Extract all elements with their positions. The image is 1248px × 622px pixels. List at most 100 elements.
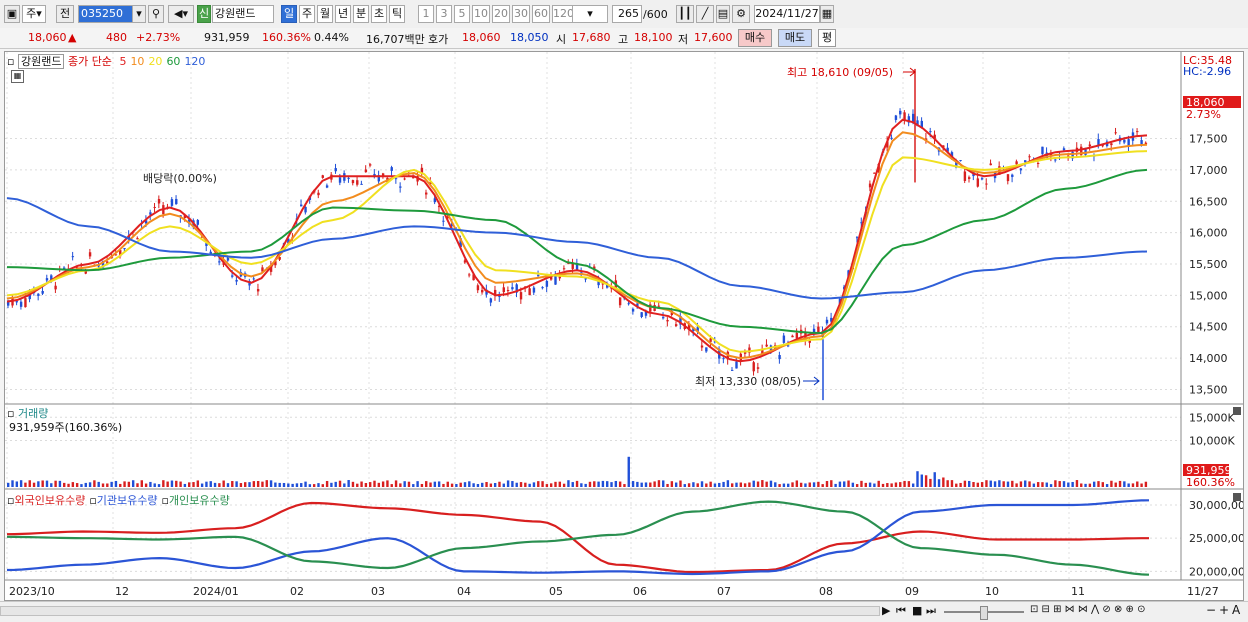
bar-count-input[interactable]: 265 xyxy=(612,5,642,23)
candle-body xyxy=(351,180,355,184)
volume-bar xyxy=(1041,482,1044,487)
volume-bar xyxy=(162,480,165,487)
buy-button[interactable]: 매수 xyxy=(738,29,772,47)
stock-name[interactable]: 강원랜드 xyxy=(212,5,274,23)
draw-icon[interactable]: ╱ xyxy=(696,5,714,23)
volume-bar xyxy=(515,482,518,487)
date-input[interactable]: 2024/11/27 xyxy=(754,5,820,23)
tab-5[interactable]: 초 xyxy=(371,5,387,23)
volume-bar xyxy=(1062,481,1066,487)
price-legend: ▫ 강원랜드 종가 단순 5 10 20 60 120 xyxy=(7,53,205,69)
candle-body xyxy=(657,305,661,307)
candle-body xyxy=(545,280,549,287)
count-3[interactable]: 3 xyxy=(436,5,452,23)
volume-bar xyxy=(1067,482,1070,487)
volume-bar xyxy=(67,483,70,487)
volume-bar xyxy=(584,483,587,487)
gear-icon[interactable]: ⚙ xyxy=(732,5,750,23)
search-icon[interactable]: ⚲ xyxy=(148,5,164,23)
stock-code-input[interactable]: 035250 xyxy=(78,5,136,23)
font-size-icon[interactable]: A xyxy=(1232,603,1240,617)
candle-body xyxy=(175,198,178,205)
volume-bar xyxy=(761,480,764,487)
x-tick-label: 12 xyxy=(115,585,129,598)
tab-2[interactable]: 월 xyxy=(317,5,333,23)
prev-button[interactable]: 전 xyxy=(56,5,74,23)
volume-bar xyxy=(334,481,337,487)
zoom-out-icon[interactable]: − xyxy=(1206,603,1216,617)
volume-bar xyxy=(114,480,118,487)
volume-bar xyxy=(838,481,842,487)
x-tick-label: 2024/01 xyxy=(193,585,239,598)
chevron-down-icon[interactable]: ▾ xyxy=(132,5,146,23)
calendar-icon[interactable]: ▦ xyxy=(820,5,834,23)
chart-area[interactable]: 15,000K10,000K 30,000,00025,000,00020,00… xyxy=(4,51,1244,601)
tab-3[interactable]: 년 xyxy=(335,5,351,23)
volume-bar xyxy=(489,483,493,487)
play-icon[interactable]: ▶ xyxy=(882,604,890,617)
chart-svg[interactable]: 15,000K10,000K 30,000,00025,000,00020,00… xyxy=(5,52,1243,600)
close-icon[interactable] xyxy=(1233,407,1241,415)
count-120[interactable]: 120 xyxy=(552,5,574,23)
rewind-icon[interactable]: ⏮ xyxy=(896,604,906,618)
volume-bar xyxy=(123,481,126,487)
low-annotation: 최저 13,330 (08/05) xyxy=(695,375,801,388)
close-icon[interactable] xyxy=(1233,493,1241,501)
volume-bar xyxy=(1015,483,1018,487)
volume-bar xyxy=(545,484,549,487)
window-icon[interactable]: ▣ xyxy=(4,5,20,23)
volume-bar xyxy=(769,480,773,487)
volume-bar xyxy=(1045,482,1048,487)
sound-icon[interactable]: ◀▾ xyxy=(168,5,194,23)
volume-bar xyxy=(907,481,911,487)
volume-bar xyxy=(511,481,514,487)
candle-body xyxy=(1054,159,1057,161)
bid-price: 18,050 xyxy=(510,31,549,44)
volume-bar xyxy=(144,483,148,487)
y-tick-label: 16,000 xyxy=(1189,227,1228,240)
table-icon[interactable]: ▦ xyxy=(11,70,24,83)
high-label: 고 xyxy=(618,33,629,46)
count-60[interactable]: 60 xyxy=(532,5,550,23)
volume-bar xyxy=(179,481,182,487)
candle-body xyxy=(481,289,484,293)
sell-button[interactable]: 매도 xyxy=(778,29,812,47)
volume-bar xyxy=(993,481,997,487)
volume-bar xyxy=(265,480,268,487)
volume-bar xyxy=(291,483,294,487)
candle-body xyxy=(84,271,87,274)
count-20[interactable]: 20 xyxy=(492,5,510,23)
count-10[interactable]: 10 xyxy=(472,5,490,23)
volume-bar xyxy=(166,481,169,487)
zoom-in-icon[interactable]: + xyxy=(1219,603,1229,617)
volume-bar xyxy=(97,481,100,487)
volume-bar xyxy=(588,481,592,487)
tab-6[interactable]: 틱 xyxy=(389,5,405,23)
volume-bar xyxy=(787,483,790,487)
volume-bar xyxy=(791,482,794,487)
extra-select[interactable]: ▾ xyxy=(572,5,608,23)
zoom-slider-handle[interactable] xyxy=(980,606,988,620)
volume-bar xyxy=(877,480,880,487)
tab-4[interactable]: 분 xyxy=(353,5,369,23)
forward-icon[interactable]: ⏭ xyxy=(926,604,936,618)
volume-bar xyxy=(485,482,488,487)
chart-tools-icon[interactable]: ⊡ ⊟ ⊞ ⋈ ⋈ ⋀ ⊘ ⊗ ⊕ ⊙ xyxy=(1030,604,1145,615)
avg-button[interactable]: 평 xyxy=(818,29,836,47)
count-1[interactable]: 1 xyxy=(418,5,434,23)
tab-0[interactable]: 일 xyxy=(281,5,297,23)
period-type-select[interactable]: 주▾ xyxy=(22,5,46,23)
horizontal-scrollbar[interactable] xyxy=(0,606,880,616)
candle-icon[interactable]: ┃┃ xyxy=(676,5,694,23)
save-icon[interactable]: ▤ xyxy=(716,5,730,23)
x-tick-label: 04 xyxy=(457,585,471,598)
legend-stock-name[interactable]: 강원랜드 xyxy=(17,54,65,69)
volume-bar xyxy=(890,483,893,487)
tab-1[interactable]: 주 xyxy=(299,5,315,23)
stop-icon[interactable]: ■ xyxy=(912,604,922,617)
volume-bar xyxy=(304,481,307,487)
volume-bar xyxy=(636,481,639,487)
count-30[interactable]: 30 xyxy=(512,5,530,23)
change-arrow: ▲ xyxy=(68,31,77,44)
count-5[interactable]: 5 xyxy=(454,5,470,23)
